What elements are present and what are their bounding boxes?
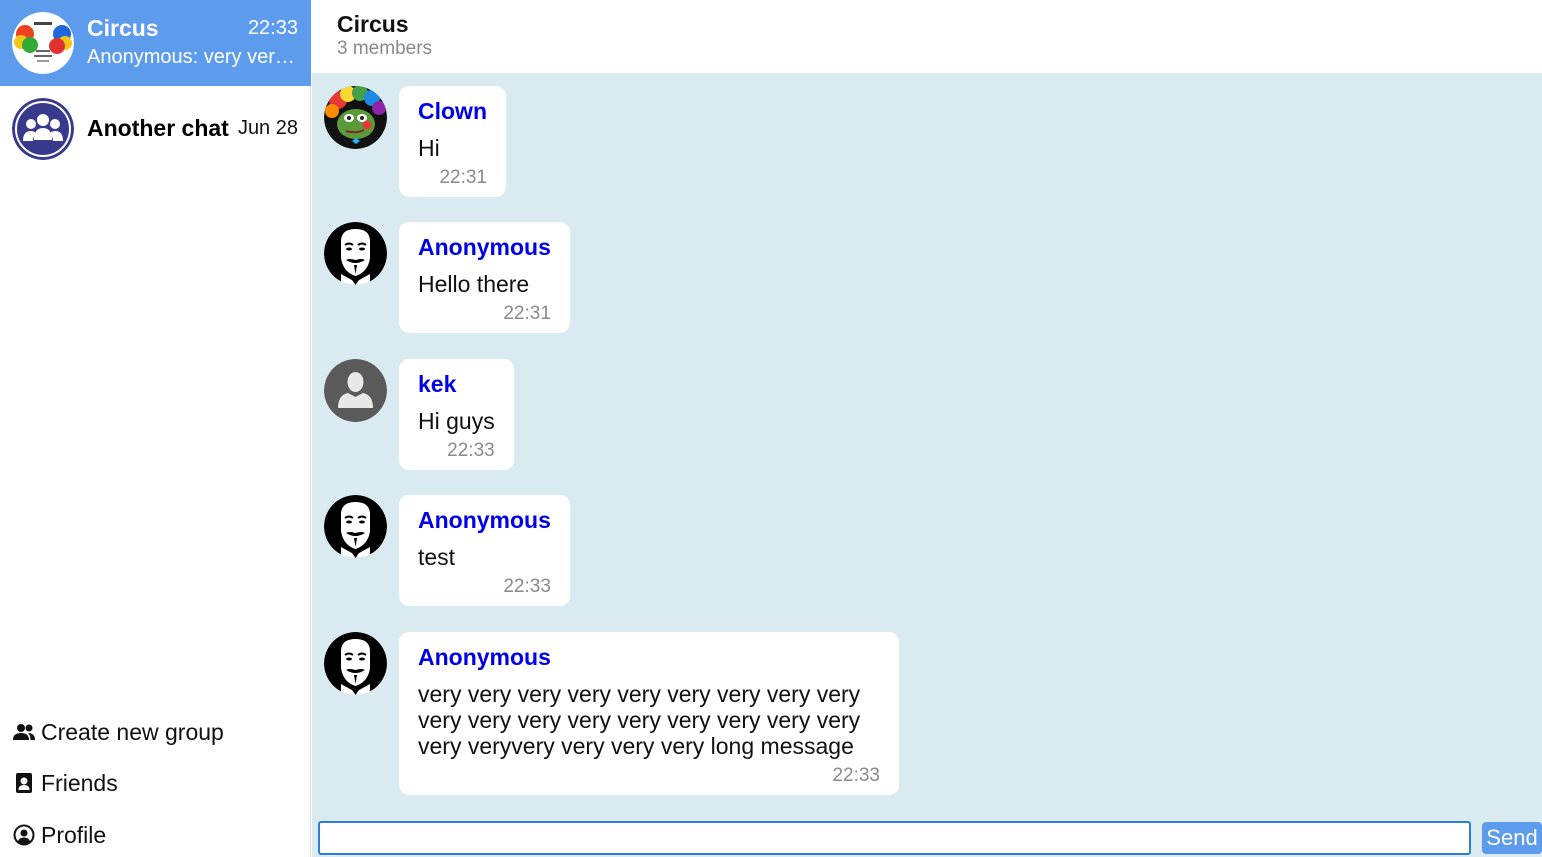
message-input[interactable] — [318, 821, 1471, 855]
message-bubble: kek Hi guys 22:33 — [399, 359, 514, 470]
chat-time: 22:33 — [247, 17, 298, 39]
message-text: Hi — [418, 135, 440, 161]
message-author[interactable]: Anonymous — [418, 643, 880, 671]
guy-fawkes-avatar — [324, 222, 387, 285]
default-user-avatar — [324, 359, 387, 422]
chat-time: Jun 28 — [237, 117, 298, 139]
message-author[interactable]: Anonymous — [418, 233, 551, 261]
circus-group-avatar — [12, 12, 74, 74]
message-bubble: Anonymous very very very very very very … — [399, 632, 899, 795]
chat-last-message-preview: Anonymous: very very very very very very… — [87, 46, 299, 68]
message-author[interactable]: Anonymous — [418, 506, 551, 534]
messenger-app: Circus 22:33 Anonymous: very very very v… — [0, 0, 1542, 857]
message-time: 22:31 — [439, 167, 487, 188]
contact-card-icon — [12, 771, 36, 795]
message-text: Hello there — [418, 271, 530, 297]
message-time: 22:33 — [447, 440, 495, 461]
chat-name: Circus — [87, 15, 159, 41]
friends-link[interactable]: Friends — [12, 768, 118, 798]
message-bubble: Clown Hi 22:31 — [399, 86, 506, 197]
chat-header: Circus 3 members — [312, 0, 1542, 73]
profile-link[interactable]: Profile — [12, 820, 106, 850]
message-author[interactable]: Clown — [418, 97, 487, 125]
chat-member-count: 3 members — [337, 38, 433, 59]
friends-label: Friends — [41, 769, 118, 796]
send-button[interactable]: Send — [1482, 822, 1542, 854]
message-author[interactable]: kek — [418, 370, 495, 398]
chat-name: Another chat — [87, 115, 229, 141]
message-time: 22:31 — [503, 303, 551, 324]
message-time: 22:33 — [832, 765, 880, 786]
create-new-group-link[interactable]: Create new group — [12, 717, 224, 747]
user-circle-icon — [12, 823, 36, 847]
message-list: Clown Hi 22:31 Anonymous Hello there 22:… — [312, 73, 1542, 817]
message-composer: Send — [312, 817, 1542, 857]
chat-title: Circus — [337, 11, 409, 37]
chat-item-another-chat[interactable]: Another chat Jun 28 — [0, 86, 311, 172]
message-text: test — [418, 544, 456, 570]
message-bubble: Anonymous test 22:33 — [399, 495, 570, 606]
message-time: 22:33 — [503, 576, 551, 597]
chat-list-sidebar: Circus 22:33 Anonymous: very very very v… — [0, 0, 311, 857]
clown-avatar — [324, 86, 387, 149]
message-text: very very very very very very very very … — [418, 681, 861, 759]
chat-item-circus[interactable]: Circus 22:33 Anonymous: very very very v… — [0, 0, 311, 86]
group-icon — [12, 720, 36, 744]
profile-label: Profile — [41, 821, 107, 848]
group-default-avatar — [12, 98, 74, 160]
message-text: Hi guys — [418, 408, 495, 434]
message-bubble: Anonymous Hello there 22:31 — [399, 222, 570, 333]
guy-fawkes-avatar — [324, 495, 387, 558]
create-new-group-label: Create new group — [41, 718, 224, 745]
guy-fawkes-avatar — [324, 632, 387, 695]
